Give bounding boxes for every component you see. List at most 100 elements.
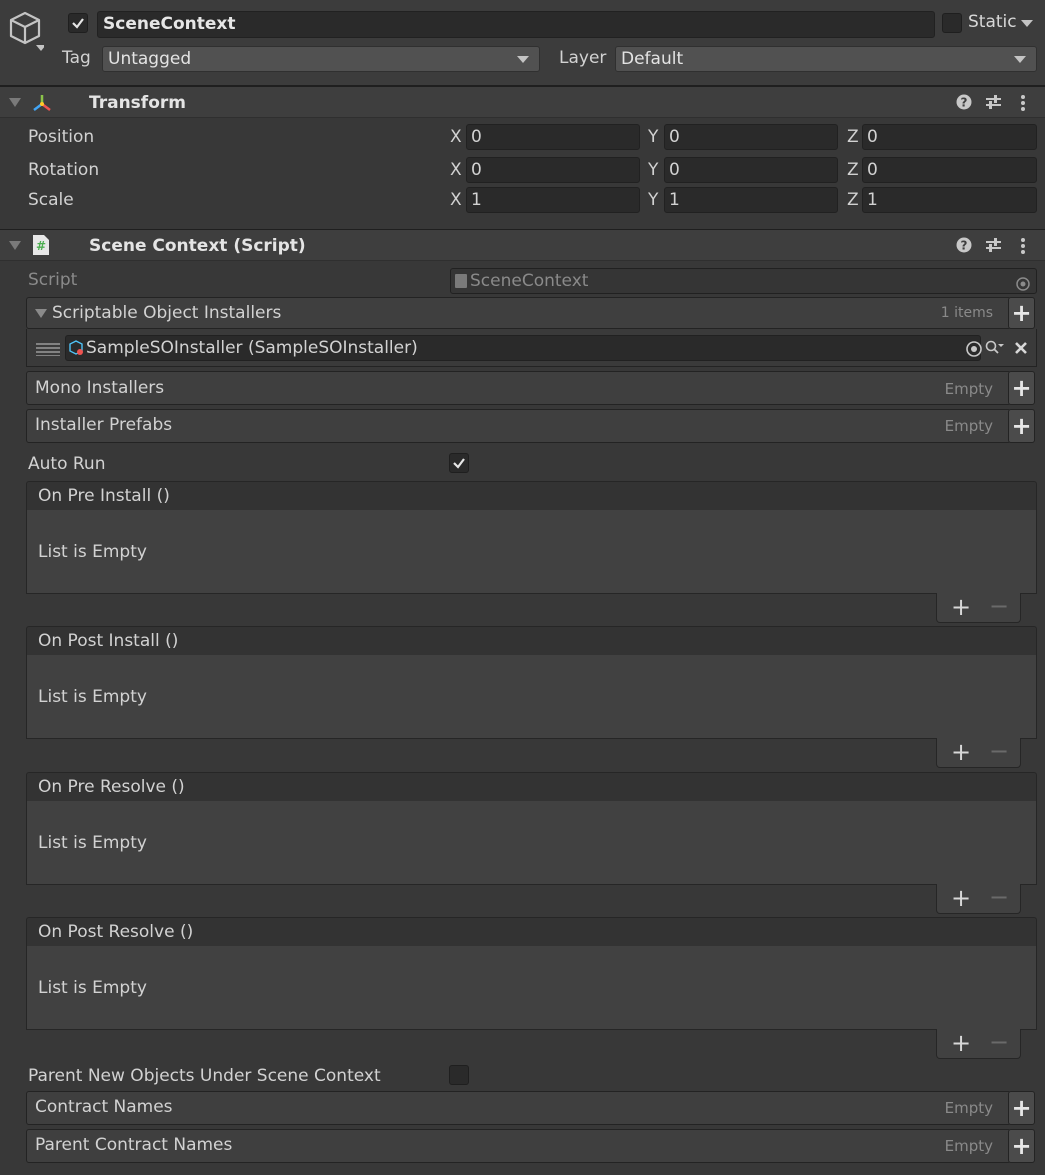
on-post-resolve-header: On Post Resolve (): [26, 917, 1037, 947]
on-post-install-empty: List is Empty: [38, 687, 147, 707]
rotation-x-input[interactable]: 0: [466, 157, 640, 183]
kebab-menu-icon[interactable]: [1020, 94, 1026, 117]
auto-run-label: Auto Run: [28, 454, 106, 474]
so-installers-header[interactable]: Scriptable Object Installers 1 items: [26, 297, 1011, 329]
add-installer-prefab-button[interactable]: +: [1008, 409, 1035, 443]
on-pre-install-empty: List is Empty: [38, 542, 147, 562]
kebab-menu-icon[interactable]: [1020, 237, 1026, 260]
parent-contract-names-label: Parent Contract Names: [35, 1135, 233, 1155]
transform-title: Transform: [89, 93, 186, 113]
presets-icon[interactable]: [985, 237, 1002, 258]
on-post-resolve-list: List is Empty: [26, 946, 1037, 1030]
csharp-script-icon: #: [32, 234, 50, 261]
remove-event-button[interactable]: −: [989, 737, 1009, 765]
parent-contract-names-header[interactable]: Parent Contract Names Empty: [26, 1129, 1011, 1163]
installer-prefabs-header[interactable]: Installer Prefabs Empty: [26, 409, 1011, 443]
svg-text:?: ?: [961, 96, 968, 110]
on-pre-resolve-label: On Pre Resolve (): [38, 777, 185, 797]
on-pre-install-header: On Pre Install (): [26, 481, 1037, 511]
script-label: Script: [28, 270, 78, 290]
mono-installers-label: Mono Installers: [35, 378, 165, 398]
scale-label: Scale: [28, 190, 74, 210]
axis-z-label[interactable]: Z: [847, 160, 859, 180]
rotation-label: Rotation: [28, 160, 100, 180]
remove-event-button[interactable]: −: [989, 592, 1009, 620]
presets-icon[interactable]: [985, 94, 1002, 115]
on-pre-install-list: List is Empty: [26, 510, 1037, 594]
add-contract-name-button[interactable]: +: [1008, 1091, 1035, 1125]
add-parent-contract-name-button[interactable]: +: [1008, 1129, 1035, 1163]
chevron-down-icon[interactable]: [1021, 20, 1033, 27]
gameobject-name-input[interactable]: SceneContext: [97, 11, 935, 38]
search-icon[interactable]: [985, 340, 1005, 361]
add-event-button[interactable]: +: [951, 884, 971, 912]
cube-icon[interactable]: [8, 10, 46, 59]
axis-y-label[interactable]: Y: [648, 127, 658, 147]
active-toggle[interactable]: [68, 13, 88, 33]
so-installer-item: SampleSOInstaller (SampleSOInstaller): [26, 329, 1037, 367]
on-pre-resolve-list: List is Empty: [26, 801, 1037, 885]
axis-z-label[interactable]: Z: [847, 190, 859, 210]
so-installer-object-field[interactable]: SampleSOInstaller (SampleSOInstaller): [65, 335, 981, 361]
so-installer-value: SampleSOInstaller (SampleSOInstaller): [86, 338, 418, 358]
help-icon[interactable]: ?: [956, 94, 972, 115]
contract-names-header[interactable]: Contract Names Empty: [26, 1091, 1011, 1125]
add-so-installer-button[interactable]: +: [1008, 297, 1035, 329]
mono-installers-status: Empty: [944, 380, 993, 398]
drag-handle-icon[interactable]: [36, 341, 60, 361]
add-mono-installer-button[interactable]: +: [1008, 371, 1035, 405]
contract-names-status: Empty: [944, 1099, 993, 1117]
position-y-input[interactable]: 0: [664, 124, 838, 150]
object-picker-icon[interactable]: [966, 341, 982, 362]
position-x-input[interactable]: 0: [466, 124, 640, 150]
csharp-script-icon: [455, 274, 467, 288]
script-field: SceneContext: [450, 268, 1037, 294]
on-pre-resolve-footer: + −: [936, 883, 1021, 914]
remove-event-button[interactable]: −: [989, 1028, 1009, 1056]
scale-z-input[interactable]: 1: [862, 187, 1037, 213]
help-icon[interactable]: ?: [956, 237, 972, 258]
scale-x-input[interactable]: 1: [466, 187, 640, 213]
chevron-down-icon: [1014, 56, 1026, 63]
axis-y-label[interactable]: Y: [648, 190, 658, 210]
tag-label: Tag: [62, 48, 91, 68]
add-event-button[interactable]: +: [951, 1029, 971, 1057]
static-label[interactable]: Static: [968, 12, 1017, 32]
on-post-resolve-empty: List is Empty: [38, 978, 147, 998]
contract-names-label: Contract Names: [35, 1097, 173, 1117]
position-label: Position: [28, 127, 95, 147]
tag-dropdown[interactable]: Untagged: [102, 46, 540, 72]
foldout-arrow-icon[interactable]: [35, 309, 47, 318]
svg-text:#: #: [36, 239, 46, 253]
add-event-button[interactable]: +: [951, 738, 971, 766]
installer-prefabs-label: Installer Prefabs: [35, 415, 173, 435]
on-pre-resolve-empty: List is Empty: [38, 833, 147, 853]
rotation-z-input[interactable]: 0: [862, 157, 1037, 183]
axis-x-label[interactable]: X: [450, 127, 462, 147]
mono-installers-header[interactable]: Mono Installers Empty: [26, 371, 1011, 405]
remove-event-button[interactable]: −: [989, 883, 1009, 911]
add-event-button[interactable]: +: [951, 593, 971, 621]
on-post-install-header: On Post Install (): [26, 626, 1037, 656]
on-post-install-list: List is Empty: [26, 655, 1037, 739]
axis-x-label[interactable]: X: [450, 190, 462, 210]
layer-label: Layer: [559, 48, 607, 68]
layer-dropdown[interactable]: Default: [615, 46, 1037, 72]
static-toggle[interactable]: [942, 13, 962, 33]
on-post-install-footer: + −: [936, 737, 1021, 768]
scriptable-object-icon: [69, 339, 85, 360]
axis-y-label[interactable]: Y: [648, 160, 658, 180]
close-icon[interactable]: [1014, 340, 1028, 360]
rotation-y-input[interactable]: 0: [664, 157, 838, 183]
scene-context-header[interactable]: # Scene Context (Script) ?: [0, 229, 1045, 261]
axis-z-label[interactable]: Z: [847, 127, 859, 147]
position-z-input[interactable]: 0: [862, 124, 1037, 150]
auto-run-checkbox[interactable]: [449, 453, 469, 473]
axis-x-label[interactable]: X: [450, 160, 462, 180]
on-pre-install-footer: + −: [936, 592, 1021, 623]
foldout-arrow-icon[interactable]: [9, 241, 21, 250]
transform-header[interactable]: Transform ?: [0, 86, 1045, 118]
foldout-arrow-icon[interactable]: [9, 98, 21, 107]
parent-new-objects-checkbox[interactable]: [449, 1065, 469, 1085]
scale-y-input[interactable]: 1: [664, 187, 838, 213]
